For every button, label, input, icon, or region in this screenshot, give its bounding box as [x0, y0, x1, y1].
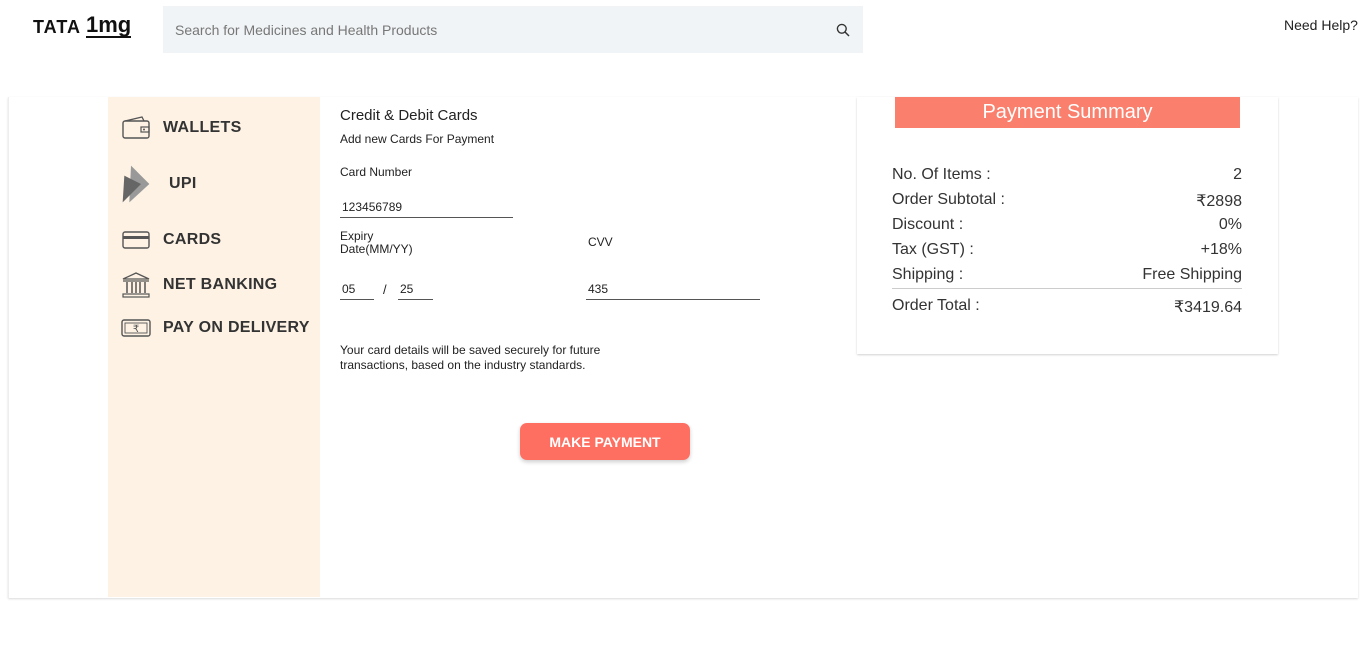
sidebar-item-cards[interactable]: CARDS [121, 230, 221, 250]
sidebar-item-label: UPI [169, 175, 197, 192]
summary-row-label: Shipping : [892, 266, 964, 283]
form-title: Credit & Debit Cards [340, 107, 478, 124]
card-icon [121, 230, 151, 250]
sidebar-item-label: WALLETS [163, 119, 242, 136]
summary-row-value: +18% [1200, 241, 1242, 258]
cvv-field[interactable] [586, 282, 760, 300]
wallet-icon [121, 116, 151, 140]
summary-row-label: No. Of Items : [892, 166, 991, 183]
form-subtitle: Add new Cards For Payment [340, 132, 495, 146]
search-bar [163, 6, 863, 53]
sidebar-item-upi[interactable]: UPI [121, 160, 197, 208]
summary-row-value: ₹2898 [1196, 193, 1242, 210]
expiry-month-field[interactable] [340, 282, 374, 300]
sidebar-item-pay-on-delivery[interactable]: ₹ PAY ON DELIVERY [121, 318, 310, 338]
card-number-field[interactable] [340, 200, 513, 218]
summary-row-label: Order Subtotal : [892, 191, 1005, 208]
cash-icon: ₹ [121, 318, 151, 338]
summary-row-label: Discount : [892, 216, 964, 233]
make-payment-button[interactable]: MAKE PAYMENT [520, 423, 690, 460]
summary-row-discount: Discount : 0% [892, 216, 1242, 234]
expiry-label: Expiry Date(MM/YY) [340, 230, 413, 256]
expiry-separator: / [383, 282, 387, 297]
summary-total-label: Order Total : [892, 297, 980, 314]
search-icon[interactable] [823, 6, 863, 53]
logo-1mg-text: 1mg [85, 12, 132, 38]
sidebar-item-wallets[interactable]: WALLETS [121, 116, 242, 140]
summary-row-total: Order Total : ₹3419.64 [892, 297, 1242, 317]
sidebar-item-label: PAY ON DELIVERY [163, 319, 310, 336]
need-help-link[interactable]: Need Help? [1284, 17, 1358, 33]
card-number-label: Card Number [340, 165, 413, 179]
summary-total-value: ₹3419.64 [1173, 299, 1242, 316]
summary-row-tax: Tax (GST) : +18% [892, 241, 1242, 259]
summary-row-subtotal: Order Subtotal : ₹2898 [892, 191, 1242, 211]
payment-method-sidebar: WALLETS UPI CARDS NET BANKING ₹ PAY ON D… [108, 97, 320, 597]
upi-icon [121, 160, 151, 208]
summary-divider [892, 288, 1242, 289]
sidebar-item-label: NET BANKING [163, 276, 278, 293]
summary-row-label: Tax (GST) : [892, 241, 974, 258]
summary-row-items: No. Of Items : 2 [892, 166, 1242, 184]
cvv-label: CVV [588, 235, 613, 249]
summary-row-value: 0% [1218, 216, 1242, 233]
expiry-label-line2: Date(MM/YY) [340, 242, 413, 256]
summary-row-value: 2 [1233, 166, 1242, 183]
bank-icon [121, 272, 151, 298]
tata-1mg-logo[interactable]: TATA 1mg [33, 10, 132, 38]
search-input[interactable] [163, 6, 823, 53]
sidebar-item-net-banking[interactable]: NET BANKING [121, 272, 277, 298]
logo-tata-text: TATA [33, 17, 81, 37]
summary-row-shipping: Shipping : Free Shipping [892, 266, 1242, 284]
svg-text:₹: ₹ [133, 324, 139, 335]
security-note: Your card details will be saved securely… [340, 343, 601, 372]
payment-summary-panel: Payment Summary No. Of Items : 2 Order S… [857, 97, 1278, 354]
sidebar-item-label: CARDS [163, 231, 222, 248]
expiry-year-field[interactable] [398, 282, 433, 300]
summary-row-value: Free Shipping [1142, 266, 1242, 283]
payment-summary-title: Payment Summary [895, 97, 1240, 128]
